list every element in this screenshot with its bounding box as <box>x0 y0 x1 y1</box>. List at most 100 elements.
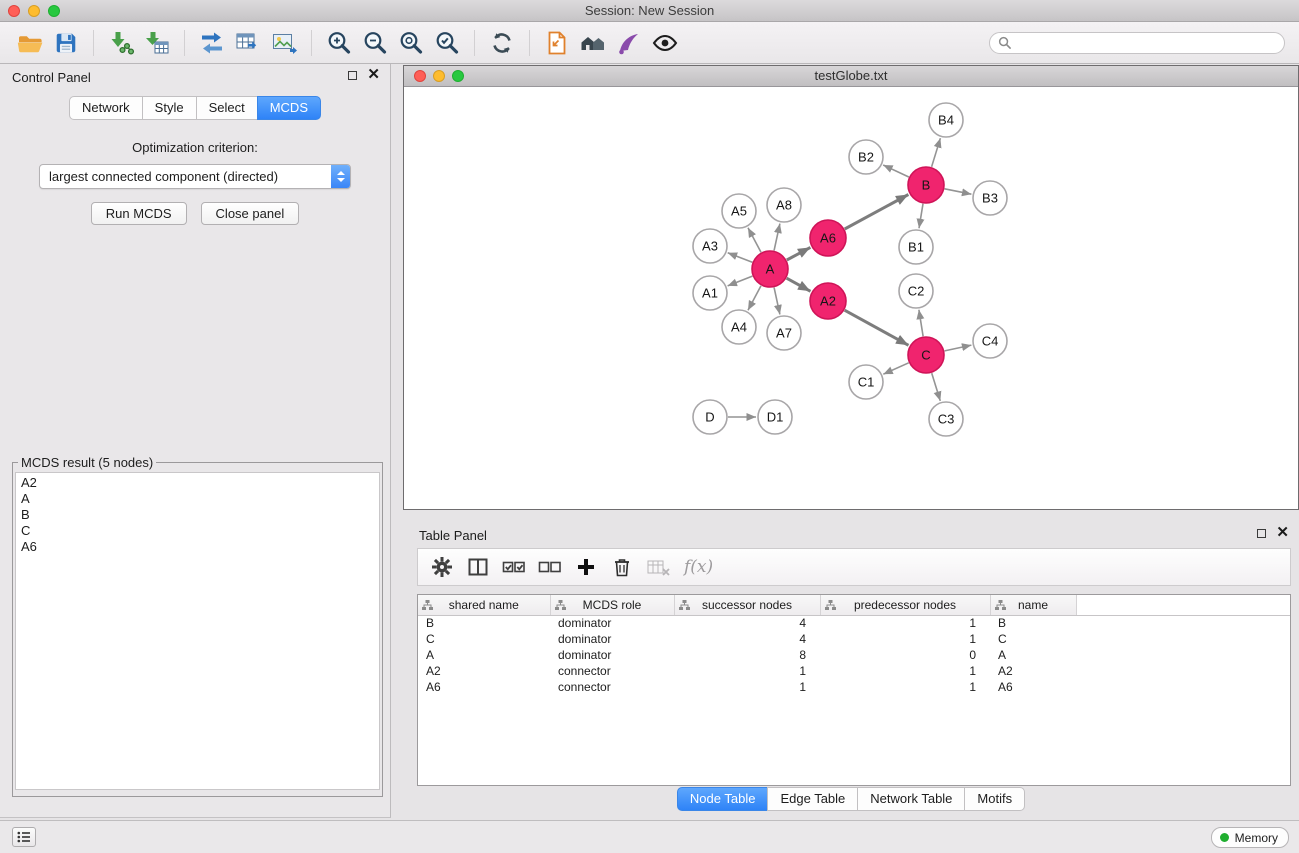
task-history-button[interactable] <box>12 827 36 847</box>
zoom-network-window-button[interactable] <box>452 70 464 82</box>
column-header-name[interactable]: name <box>990 595 1076 615</box>
node-B[interactable]: B <box>908 167 944 203</box>
node-A[interactable]: A <box>752 251 788 287</box>
zoom-window-button[interactable] <box>48 5 60 17</box>
table-cell[interactable]: 1 <box>820 679 990 695</box>
edge-A-A6[interactable] <box>787 247 811 260</box>
criterion-select[interactable]: largest connected component (directed) <box>39 164 351 189</box>
table-cell[interactable]: connector <box>550 679 674 695</box>
table-cell[interactable]: B <box>418 615 550 631</box>
table-cell[interactable]: dominator <box>550 647 674 663</box>
zoom-out-button[interactable] <box>357 25 393 61</box>
node-A4[interactable]: A4 <box>722 310 756 344</box>
table-cell[interactable]: A6 <box>990 679 1076 695</box>
node-A3[interactable]: A3 <box>693 229 727 263</box>
table-cell[interactable]: 4 <box>674 615 820 631</box>
node-A5[interactable]: A5 <box>722 194 756 228</box>
show-hide-button[interactable] <box>647 25 683 61</box>
edge-A-A8[interactable] <box>774 224 780 251</box>
network-table-button[interactable] <box>230 25 266 61</box>
refresh-button[interactable] <box>484 25 520 61</box>
table-cell[interactable]: 1 <box>820 663 990 679</box>
export-image-button[interactable] <box>266 25 302 61</box>
table-cell[interactable]: dominator <box>550 615 674 631</box>
float-panel-icon[interactable] <box>348 71 357 80</box>
table-cell[interactable]: dominator <box>550 631 674 647</box>
show-columns-button[interactable] <box>462 552 494 582</box>
table-row[interactable]: Bdominator41B <box>418 615 1290 631</box>
tab-select[interactable]: Select <box>196 96 258 120</box>
deselect-all-button[interactable] <box>534 552 566 582</box>
style-tools-button[interactable] <box>611 25 647 61</box>
tab-network-table[interactable]: Network Table <box>857 787 965 811</box>
select-all-button[interactable] <box>498 552 530 582</box>
edge-C-C4[interactable] <box>945 345 972 351</box>
table-cell[interactable]: 1 <box>674 663 820 679</box>
edge-A-A7[interactable] <box>774 288 780 315</box>
column-header-MCDS-role[interactable]: MCDS role <box>550 595 674 615</box>
table-row[interactable]: Adominator80A <box>418 647 1290 663</box>
node-A6[interactable]: A6 <box>810 220 846 256</box>
node-A8[interactable]: A8 <box>767 188 801 222</box>
edge-A-A2[interactable] <box>787 278 811 291</box>
node-B1[interactable]: B1 <box>899 230 933 264</box>
table-cell[interactable]: A <box>990 647 1076 663</box>
close-panel-icon[interactable]: ✕ <box>367 70 380 80</box>
mcds-result-item[interactable]: A6 <box>21 539 374 555</box>
delete-column-button[interactable] <box>606 552 638 582</box>
column-header-predecessor-nodes[interactable]: predecessor nodes <box>820 595 990 615</box>
node-A7[interactable]: A7 <box>767 316 801 350</box>
table-cell[interactable]: A2 <box>990 663 1076 679</box>
node-A1[interactable]: A1 <box>693 276 727 310</box>
minimize-network-window-button[interactable] <box>433 70 445 82</box>
mcds-result-item[interactable]: A2 <box>21 475 374 491</box>
edge-C-C1[interactable] <box>883 363 908 374</box>
table-settings-button[interactable] <box>426 552 458 582</box>
edge-A-A3[interactable] <box>728 253 753 262</box>
node-B2[interactable]: B2 <box>849 140 883 174</box>
node-C3[interactable]: C3 <box>929 402 963 436</box>
edge-A-A5[interactable] <box>748 228 761 252</box>
open-session-button[interactable] <box>12 25 48 61</box>
tab-mcds[interactable]: MCDS <box>257 96 321 120</box>
float-table-panel-icon[interactable] <box>1257 529 1266 538</box>
table-cell[interactable]: 8 <box>674 647 820 663</box>
edge-B-B3[interactable] <box>945 189 972 194</box>
table-cell[interactable]: A2 <box>418 663 550 679</box>
table-cell[interactable]: 0 <box>820 647 990 663</box>
close-window-button[interactable] <box>8 5 20 17</box>
edge-A-A4[interactable] <box>748 286 761 310</box>
column-header-shared-name[interactable]: shared name <box>418 595 550 615</box>
zoom-selected-button[interactable] <box>429 25 465 61</box>
edge-C-C2[interactable] <box>919 310 923 336</box>
memory-button[interactable]: Memory <box>1211 827 1289 848</box>
search-field[interactable] <box>989 32 1285 54</box>
function-builder-button[interactable]: f(x) <box>684 557 713 577</box>
table-cell[interactable]: C <box>990 631 1076 647</box>
create-column-button[interactable] <box>570 552 602 582</box>
node-table[interactable]: shared nameMCDS rolesuccessor nodesprede… <box>417 594 1291 786</box>
apply-layout-button[interactable] <box>194 25 230 61</box>
close-table-panel-icon[interactable]: ✕ <box>1276 528 1289 538</box>
run-mcds-button[interactable]: Run MCDS <box>91 202 187 225</box>
tab-network[interactable]: Network <box>69 96 143 120</box>
report-bug-button[interactable] <box>539 25 575 61</box>
close-network-window-button[interactable] <box>414 70 426 82</box>
node-C[interactable]: C <box>908 337 944 373</box>
mcds-result-item[interactable]: C <box>21 523 374 539</box>
tab-node-table[interactable]: Node Table <box>677 787 769 811</box>
node-C4[interactable]: C4 <box>973 324 1007 358</box>
node-B3[interactable]: B3 <box>973 181 1007 215</box>
tab-motifs[interactable]: Motifs <box>964 787 1025 811</box>
home-button[interactable] <box>575 25 611 61</box>
table-row[interactable]: Cdominator41C <box>418 631 1290 647</box>
node-B4[interactable]: B4 <box>929 103 963 137</box>
table-row[interactable]: A2connector11A2 <box>418 663 1290 679</box>
table-cell[interactable]: 1 <box>820 631 990 647</box>
table-cell[interactable]: connector <box>550 663 674 679</box>
import-table-button[interactable] <box>139 25 175 61</box>
table-cell[interactable]: A6 <box>418 679 550 695</box>
column-header-successor-nodes[interactable]: successor nodes <box>674 595 820 615</box>
edge-B-B4[interactable] <box>932 138 941 167</box>
node-D[interactable]: D <box>693 400 727 434</box>
